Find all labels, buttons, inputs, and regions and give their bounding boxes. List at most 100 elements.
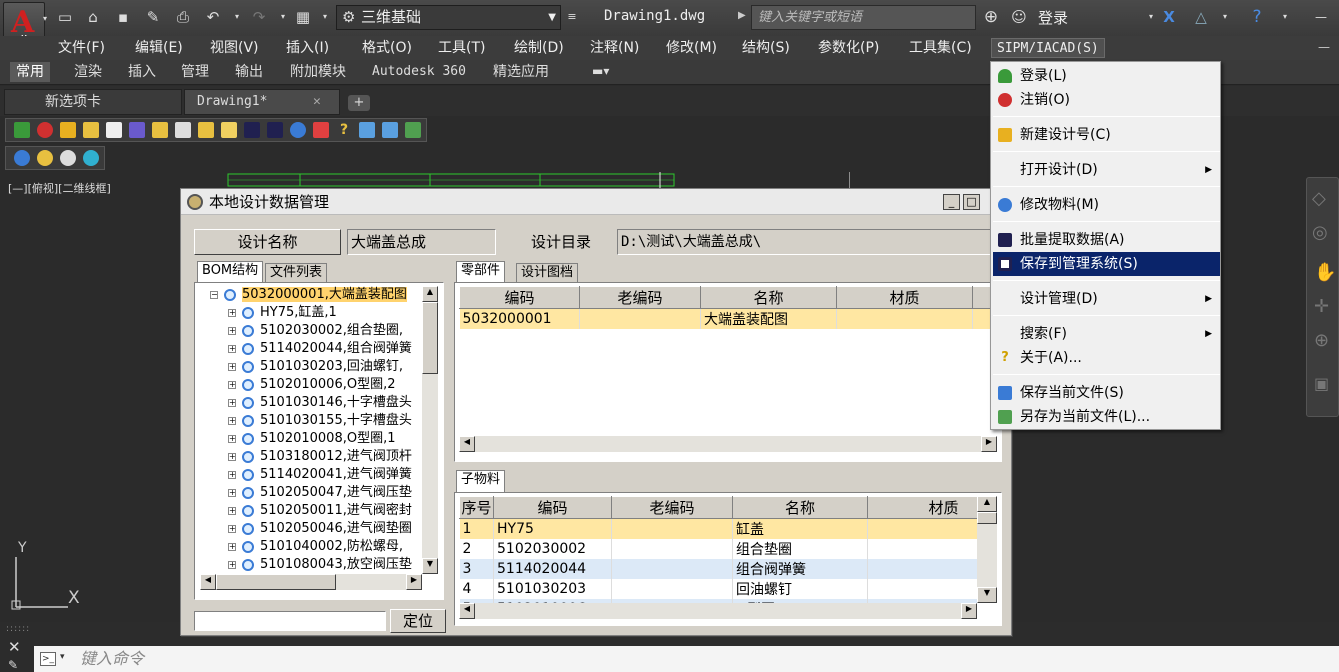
save-icon[interactable]: ▪ xyxy=(114,8,132,26)
parts-grid[interactable]: 编码 老编码 名称 材质 5032000001 大端盖装配图 xyxy=(459,286,997,329)
user-icon[interactable]: ☺ xyxy=(1010,8,1028,26)
column-header[interactable]: 老编码 xyxy=(579,286,701,309)
scroll-left-icon[interactable]: ◀ xyxy=(459,436,475,452)
expand-icon[interactable]: + xyxy=(228,399,236,407)
menu-item-design-management[interactable]: 设计管理(D) ▶ xyxy=(993,287,1220,311)
menu-insert[interactable]: 插入(I) xyxy=(282,38,333,58)
expand-icon[interactable]: + xyxy=(228,345,236,353)
expand-icon[interactable]: + xyxy=(228,327,236,335)
grid-tool-icon[interactable] xyxy=(313,122,329,138)
a360-icon[interactable]: △ xyxy=(1192,8,1210,26)
workspace-select[interactable]: ⚙ 三维基础 ▼ xyxy=(336,5,561,30)
menu-item-save-as-current-file[interactable]: 另存为当前文件(L)... xyxy=(993,405,1220,429)
command-grip-icon[interactable]: :::::: xyxy=(6,624,34,634)
a360-dropdown-icon[interactable]: ▾ xyxy=(1216,8,1234,26)
redo-dropdown-icon[interactable]: ▾ xyxy=(274,8,292,26)
expand-icon[interactable]: + xyxy=(228,381,236,389)
viewcube-icon[interactable]: ◇ xyxy=(1312,188,1326,209)
tab-home[interactable]: 常用 xyxy=(10,62,50,82)
menu-item-new-design[interactable]: 新建设计号(C) xyxy=(993,123,1220,147)
tab-manage[interactable]: 管理 xyxy=(175,62,215,82)
folder-tool-icon[interactable] xyxy=(152,122,168,138)
column-header[interactable]: 名称 xyxy=(732,496,868,519)
qat-customize-icon[interactable]: ≡ xyxy=(563,8,581,26)
menu-draw[interactable]: 绘制(D) xyxy=(510,38,568,58)
tree-root-node[interactable]: − 5032000001,大端盖装配图 xyxy=(200,286,422,304)
workspace-switch-dropdown-icon[interactable]: ▾ xyxy=(316,8,334,26)
scroll-right-icon[interactable]: ▶ xyxy=(406,574,422,590)
command-recent-dropdown-icon[interactable]: ▾ xyxy=(60,652,65,662)
table-row[interactable]: 5032000001 大端盖装配图 xyxy=(459,308,997,329)
expand-icon[interactable]: + xyxy=(228,471,236,479)
exchange-icon[interactable]: X xyxy=(1160,8,1178,26)
minimize-window-icon[interactable]: — xyxy=(1312,8,1330,26)
expand-icon[interactable]: + xyxy=(228,417,236,425)
sub-hscrollbar[interactable]: ◀ ▶ xyxy=(459,603,977,619)
save-as-icon[interactable]: ✎ xyxy=(144,8,162,26)
open-folder-icon[interactable]: ⌂ xyxy=(84,8,102,26)
tree-node[interactable]: +5114020044,组合阀弹簧 xyxy=(200,340,422,358)
column-header[interactable]: 编码 xyxy=(459,286,580,309)
gear-tool-icon[interactable] xyxy=(290,122,306,138)
sub-vscrollbar[interactable]: ▲ ▼ xyxy=(977,496,997,603)
binoculars-icon[interactable]: ⊕ xyxy=(982,8,1000,26)
print-icon[interactable]: ⎙ xyxy=(174,8,192,26)
menu-item-batch-extract[interactable]: 批量提取数据(A) xyxy=(993,228,1220,252)
doc-tab-new[interactable]: 新选项卡 xyxy=(4,89,182,115)
open-folder-tool-icon[interactable] xyxy=(221,122,237,138)
menu-parametric[interactable]: 参数化(P) xyxy=(814,38,883,58)
dialog-maximize-button[interactable]: □ xyxy=(963,194,980,210)
menu-view[interactable]: 视图(V) xyxy=(206,38,263,58)
help-icon[interactable]: ? xyxy=(1248,8,1266,26)
undo-icon[interactable]: ↶ xyxy=(204,8,222,26)
menu-item-about[interactable]: ? 关于(A)... xyxy=(993,346,1220,370)
app-menu-dropdown-icon[interactable]: ▾ xyxy=(36,10,54,28)
tab-sub-materials[interactable]: 子物料 xyxy=(456,470,506,492)
menubar-minimize-icon[interactable]: — xyxy=(1318,40,1330,54)
menu-structure[interactable]: 结构(S) xyxy=(738,38,794,58)
menu-sipm-iacad[interactable]: SIPM/IACAD(S) xyxy=(991,38,1105,58)
menu-item-logout[interactable]: 注销(O) xyxy=(993,88,1220,112)
expand-icon[interactable]: + xyxy=(228,525,236,533)
showmotion-icon[interactable]: ▣ xyxy=(1314,374,1329,393)
scroll-up-icon[interactable]: ▲ xyxy=(422,286,438,302)
column-header[interactable]: 编码 xyxy=(493,496,612,519)
collapse-icon[interactable]: − xyxy=(210,291,218,299)
new-file-icon[interactable]: ▭ xyxy=(56,8,74,26)
scroll-left-icon[interactable]: ◀ xyxy=(459,603,475,619)
tree-vscrollbar[interactable]: ▲ ▼ xyxy=(422,286,438,574)
disk-tool-icon[interactable] xyxy=(244,122,260,138)
copy-tool-icon[interactable] xyxy=(382,122,398,138)
menu-annotate[interactable]: 注释(N) xyxy=(586,38,643,58)
disk-save-tool-icon[interactable] xyxy=(267,122,283,138)
command-settings-icon[interactable]: ✎ xyxy=(8,658,18,672)
column-header[interactable]: 老编码 xyxy=(611,496,733,519)
tree-node[interactable]: +5114020041,进气阀弹簧 xyxy=(200,466,422,484)
design-name-button[interactable]: 设计名称 xyxy=(194,229,341,255)
tab-featured-apps[interactable]: 精选应用 xyxy=(487,62,555,82)
command-input[interactable]: 键入命令 xyxy=(34,646,1339,672)
parts-hscrollbar[interactable]: ◀ ▶ xyxy=(459,436,997,452)
menu-edit[interactable]: 编辑(E) xyxy=(131,38,187,58)
design-dir-field[interactable]: D:\测试\大端盖总成\ xyxy=(617,229,993,255)
scroll-thumb[interactable] xyxy=(422,302,438,374)
scroll-left-icon[interactable]: ◀ xyxy=(200,574,216,590)
steering-wheel-icon[interactable]: ◎ xyxy=(1312,222,1328,243)
menu-item-modify-material[interactable]: 修改物料(M) xyxy=(993,193,1220,217)
tree-node[interactable]: +5102030002,组合垫圈, xyxy=(200,322,422,340)
edit-tool-icon[interactable] xyxy=(106,122,122,138)
expand-icon[interactable]: + xyxy=(228,507,236,515)
menu-modify[interactable]: 修改(M) xyxy=(662,38,721,58)
tab-parts[interactable]: 零部件 xyxy=(456,261,506,283)
settings-tool-icon[interactable] xyxy=(198,122,214,138)
menu-format[interactable]: 格式(O) xyxy=(358,38,416,58)
pan-icon[interactable]: ✋ xyxy=(1314,262,1336,283)
locate-input[interactable] xyxy=(194,611,386,631)
bom-tree[interactable]: − 5032000001,大端盖装配图 + HY75,缸盖,1 +5102030002,… xyxy=(200,286,422,574)
tab-addins[interactable]: 附加模块 xyxy=(284,62,352,82)
tab-output[interactable]: 输出 xyxy=(229,62,269,82)
tree-node[interactable]: +5103180012,进气阀顶杆 xyxy=(200,448,422,466)
help-tool-icon[interactable]: ? xyxy=(336,122,352,138)
tree-node[interactable]: +5102010006,O型圈,2 xyxy=(200,376,422,394)
menu-item-save-to-system[interactable]: 保存到管理系统(S) xyxy=(993,252,1220,276)
